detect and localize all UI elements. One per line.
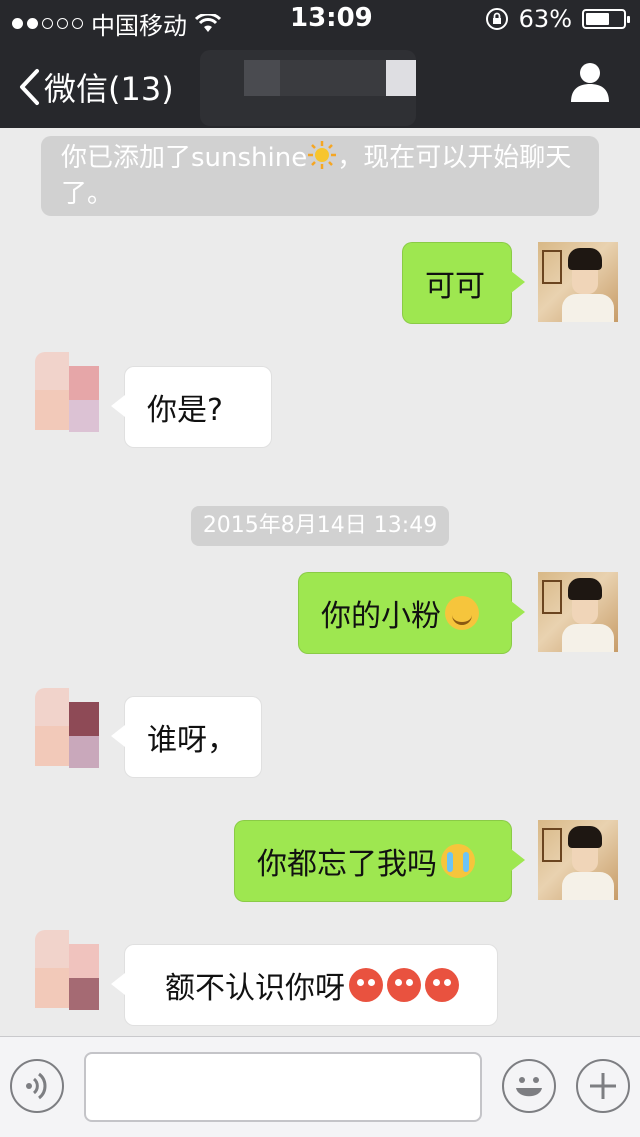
message-text: 谁呀， xyxy=(147,723,237,758)
status-left: 中国移动 xyxy=(12,6,221,41)
system-message-text-start: 你已添加了sunshine xyxy=(61,143,308,173)
battery-percent: 63% xyxy=(518,5,572,33)
incoming-message-bubble[interactable]: 谁呀， xyxy=(111,696,262,778)
chat-timestamp: 2015年8月14日 13:49 xyxy=(191,506,449,546)
blushing-emoji-icon xyxy=(425,968,459,1002)
message-text: 你都忘了我吗 xyxy=(257,847,437,882)
carrier-name: 中国移动 xyxy=(91,12,187,40)
voice-icon xyxy=(26,1072,47,1100)
my-avatar[interactable] xyxy=(538,820,618,900)
voice-button[interactable] xyxy=(10,1059,64,1113)
battery-icon xyxy=(582,9,630,29)
message-text: 你的小粉 xyxy=(321,599,441,634)
incoming-message-bubble[interactable]: 你是? xyxy=(111,366,272,448)
blushing-emoji-icon xyxy=(387,968,421,1002)
outgoing-message-bubble[interactable]: 你的小粉 xyxy=(298,572,525,654)
emoji-face-icon xyxy=(516,1077,542,1097)
plus-icon xyxy=(590,1073,616,1099)
crying-emoji-icon xyxy=(441,844,475,878)
input-toolbar xyxy=(0,1036,640,1137)
contact-avatar[interactable] xyxy=(20,688,100,784)
system-message: 你已添加了sunshine ，现在可以开始聊天了。 xyxy=(41,136,599,216)
message-text: 你是? xyxy=(147,393,223,428)
sun-emoji-icon xyxy=(308,141,337,169)
rotation-lock-icon xyxy=(485,8,508,30)
signal-strength-icon xyxy=(12,18,83,29)
message-input[interactable] xyxy=(84,1052,482,1122)
back-label: 微信(13) xyxy=(44,70,174,108)
nav-bar: 微信(13) xyxy=(0,40,640,128)
blushing-emoji-icon xyxy=(349,968,383,1002)
contact-avatar[interactable] xyxy=(20,930,100,1026)
status-right: 63% xyxy=(485,5,630,33)
emoji-button[interactable] xyxy=(502,1059,556,1113)
more-options-button[interactable] xyxy=(576,1059,630,1113)
wifi-icon xyxy=(195,13,221,32)
back-button[interactable]: 微信(13) xyxy=(18,64,174,110)
clock: 13:09 xyxy=(290,3,373,33)
my-avatar[interactable] xyxy=(538,242,618,322)
contact-avatar[interactable] xyxy=(20,352,100,448)
outgoing-message-bubble[interactable]: 可可 xyxy=(402,242,525,324)
blurred-contact-name xyxy=(200,50,416,126)
contact-profile-icon[interactable] xyxy=(568,60,612,104)
message-text: 额不认识你呀 xyxy=(165,971,345,1006)
chevron-left-icon xyxy=(20,69,39,105)
my-avatar[interactable] xyxy=(538,572,618,652)
message-text: 可可 xyxy=(425,269,485,304)
hug-emoji-icon xyxy=(445,596,479,630)
incoming-message-bubble[interactable]: 额不认识你呀 xyxy=(111,944,498,1026)
status-bar: 中国移动 13:09 63% xyxy=(0,0,640,40)
outgoing-message-bubble[interactable]: 你都忘了我吗 xyxy=(234,820,525,902)
